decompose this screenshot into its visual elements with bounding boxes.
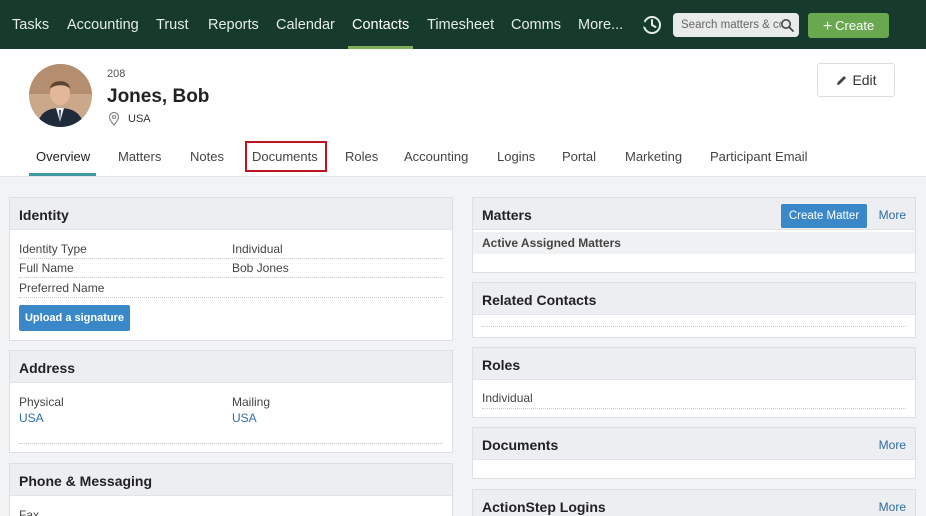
actionstep-logins-panel: ActionStep Logins More	[472, 489, 916, 516]
roles-panel: Roles Individual	[472, 347, 916, 418]
phone-panel-title: Phone & Messaging	[19, 473, 153, 489]
nav-tasks[interactable]: Tasks	[12, 0, 49, 49]
phone-panel-header: Phone & Messaging	[10, 464, 452, 496]
logins-more-link[interactable]: More	[879, 500, 906, 514]
search-box[interactable]	[673, 13, 799, 37]
divider	[482, 326, 906, 327]
active-assigned-matters-heading: Active Assigned Matters	[473, 232, 915, 254]
tab-logins[interactable]: Logins	[497, 149, 535, 164]
history-icon[interactable]	[641, 14, 663, 36]
upload-signature-button[interactable]: Upload a signature	[19, 305, 130, 331]
identity-type-label: Identity Type	[19, 242, 87, 256]
top-navigation: Tasks Accounting Trust Reports Calendar …	[0, 0, 926, 49]
tab-participant-email[interactable]: Participant Email	[710, 149, 808, 164]
divider	[19, 277, 443, 278]
location-pin-icon	[108, 112, 120, 126]
documents-panel: Documents More	[472, 427, 916, 479]
related-contacts-header: Related Contacts	[473, 283, 915, 315]
identity-panel-title: Identity	[19, 207, 69, 223]
avatar	[29, 64, 92, 127]
nav-more[interactable]: More...	[578, 0, 623, 49]
edit-button-label: Edit	[852, 72, 877, 88]
physical-label: Physical	[19, 395, 64, 409]
nav-comms[interactable]: Comms	[511, 0, 561, 49]
preferred-name-label: Preferred Name	[19, 281, 105, 295]
roles-panel-title: Roles	[482, 357, 521, 373]
logins-panel-header: ActionStep Logins More	[473, 490, 915, 516]
nav-calendar[interactable]: Calendar	[276, 0, 335, 49]
identity-type-value: Individual	[232, 242, 283, 256]
nav-contacts[interactable]: Contacts	[347, 0, 414, 49]
address-panel-title: Address	[19, 360, 76, 376]
tab-portal[interactable]: Portal	[562, 149, 596, 164]
matters-panel-title: Matters	[482, 207, 532, 223]
mailing-value: USA	[232, 411, 257, 425]
nav-trust[interactable]: Trust	[156, 0, 189, 49]
create-button-label: Create	[835, 18, 875, 33]
matters-panel: Matters Create Matter More Active Assign…	[472, 197, 916, 273]
create-button[interactable]: + Create	[808, 13, 889, 38]
nav-timesheet[interactable]: Timesheet	[427, 0, 494, 49]
nav-accounting[interactable]: Accounting	[67, 0, 139, 49]
role-individual: Individual	[482, 391, 533, 405]
edit-button[interactable]: Edit	[817, 63, 895, 97]
pencil-icon	[837, 76, 847, 85]
related-contacts-title: Related Contacts	[482, 292, 597, 308]
tab-notes[interactable]: Notes	[190, 149, 224, 164]
contact-header: 208 Jones, Bob USA Edit Overview Matters…	[0, 49, 926, 177]
documents-more-link[interactable]: More	[879, 438, 906, 452]
active-tab-indicator	[29, 173, 96, 176]
divider	[19, 443, 443, 444]
identity-panel-header: Identity	[10, 198, 452, 230]
tab-overview[interactable]: Overview	[36, 149, 90, 164]
tab-accounting[interactable]: Accounting	[404, 149, 468, 164]
logins-panel-title: ActionStep Logins	[482, 499, 606, 515]
contact-name: Jones, Bob	[107, 86, 210, 107]
documents-panel-header: Documents More	[473, 428, 915, 460]
roles-panel-header: Roles	[473, 348, 915, 380]
search-input[interactable]	[673, 13, 781, 37]
search-icon[interactable]	[780, 18, 794, 32]
address-panel: Address Physical USA Mailing USA	[9, 350, 453, 453]
contact-id: 208	[107, 68, 126, 80]
related-contacts-panel: Related Contacts	[472, 282, 916, 338]
documents-tab-highlight	[245, 141, 327, 172]
full-name-label: Full Name	[19, 261, 74, 275]
contact-country: USA	[128, 113, 151, 125]
matters-more-link[interactable]: More	[879, 208, 906, 222]
address-panel-header: Address	[10, 351, 452, 383]
documents-panel-title: Documents	[482, 437, 559, 453]
tab-marketing[interactable]: Marketing	[625, 149, 682, 164]
create-matter-button[interactable]: Create Matter	[781, 204, 867, 228]
phone-messaging-panel: Phone & Messaging Fax	[9, 463, 453, 516]
plus-icon: +	[822, 18, 833, 35]
physical-value: USA	[19, 411, 44, 425]
full-name-value: Bob Jones	[232, 261, 289, 275]
mailing-label: Mailing	[232, 395, 271, 409]
tab-matters[interactable]: Matters	[118, 149, 161, 164]
identity-panel: Identity Identity Type Individual Full N…	[9, 197, 453, 341]
nav-reports[interactable]: Reports	[208, 0, 259, 49]
fax-label: Fax	[19, 508, 40, 516]
divider	[19, 297, 443, 298]
divider	[19, 258, 443, 259]
matters-panel-header: Matters Create Matter More	[473, 198, 915, 230]
divider	[482, 408, 906, 409]
tab-roles[interactable]: Roles	[345, 149, 378, 164]
